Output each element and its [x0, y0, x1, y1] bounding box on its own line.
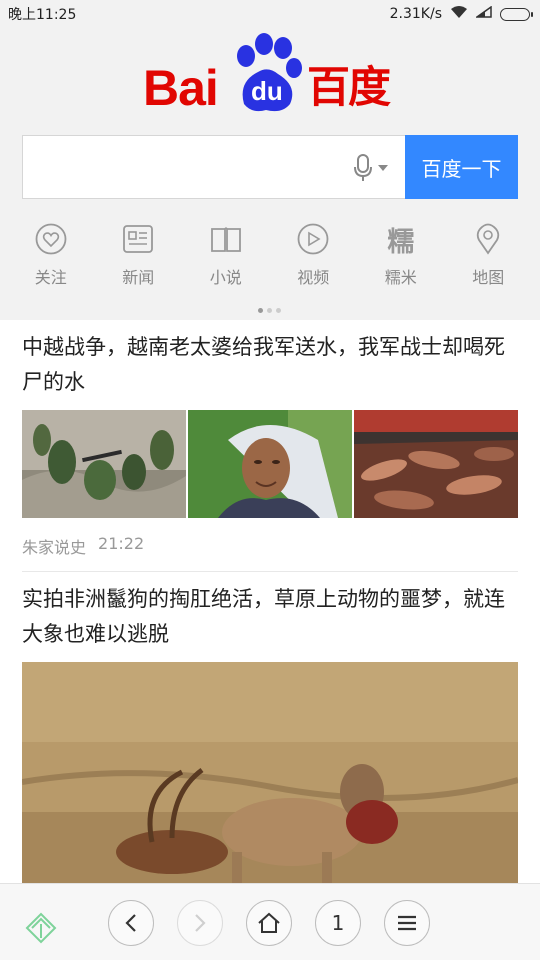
logo-latin: Bai: [143, 60, 219, 116]
search-input[interactable]: [22, 135, 406, 199]
news-card[interactable]: 中越战争，越南老太婆给我军送水，我军战士却喝死尸的水 朱家说史 21:22: [0, 320, 540, 558]
nuomi-glyph: 糯: [387, 226, 415, 258]
news-feed: 中越战争，越南老太婆给我军送水，我军战士却喝死尸的水 朱家说史 21:22 实拍…: [0, 320, 540, 883]
map-pin-icon: [471, 222, 505, 256]
quick-nav: 关注 新闻 小说 视频 糯 糯米 地图: [0, 222, 540, 288]
news-time: 21:22: [98, 534, 145, 553]
nav-item-follow[interactable]: 关注: [7, 222, 95, 288]
news-title[interactable]: 实拍非洲鬣狗的掏肛绝活，草原上动物的噩梦，就连大象也难以逃脱: [22, 572, 518, 652]
logo-leaf-icon[interactable]: [22, 906, 60, 948]
nav-label-nuomi: 糯米: [384, 268, 417, 287]
home-icon: [258, 912, 280, 933]
page-dot: [258, 308, 263, 313]
signal-icon: [474, 5, 492, 22]
bottom-toolbar: 1: [0, 883, 540, 960]
chevron-left-icon: [125, 914, 136, 932]
network-speed: 2.31K/s: [389, 6, 442, 22]
nav-item-video[interactable]: 视频: [270, 222, 358, 288]
forward-button[interactable]: [177, 900, 223, 946]
wifi-icon: [450, 5, 468, 23]
page-dot: [267, 308, 272, 313]
home-button[interactable]: [246, 900, 292, 946]
news-title[interactable]: 中越战争，越南老太婆给我军送水，我军战士却喝死尸的水: [22, 320, 518, 400]
nav-label-novel: 小说: [209, 268, 242, 287]
chevron-down-icon: [378, 165, 388, 171]
news-image-bodies[interactable]: [354, 410, 518, 518]
newspaper-icon: [121, 222, 155, 256]
book-icon: [209, 222, 243, 256]
microphone-icon: [354, 154, 372, 181]
news-source: 朱家说史: [22, 538, 87, 557]
news-image-hyena[interactable]: [22, 662, 518, 883]
search-button[interactable]: 百度一下: [405, 135, 518, 199]
news-images: [22, 410, 518, 518]
nav-item-map[interactable]: 地图: [445, 222, 533, 288]
menu-button[interactable]: [384, 900, 430, 946]
nav-item-novel[interactable]: 小说: [182, 222, 270, 288]
heart-icon: [34, 222, 68, 256]
voice-search-button[interactable]: [354, 154, 388, 182]
battery-icon: [500, 7, 533, 21]
back-button[interactable]: [108, 900, 154, 946]
tabs-button[interactable]: 1: [315, 900, 361, 946]
logo-badge: du: [251, 76, 283, 106]
status-indicators: 2.31K/s: [389, 5, 533, 23]
search-field[interactable]: [33, 148, 333, 186]
news-image-old-woman[interactable]: [188, 410, 352, 518]
news-card[interactable]: 实拍非洲鬣狗的掏肛绝活，草原上动物的噩梦，就连大象也难以逃脱: [0, 572, 540, 883]
nav-item-nuomi[interactable]: 糯 糯米: [357, 222, 445, 288]
news-image-soldiers[interactable]: [22, 410, 186, 518]
play-icon: [296, 222, 330, 256]
logo-chinese: 百度: [307, 63, 391, 113]
chevron-right-icon: [195, 914, 206, 932]
page-indicator: [258, 308, 281, 313]
hamburger-menu-icon: [398, 915, 416, 931]
status-bar: 晚上11:25 2.31K/s: [0, 0, 540, 28]
news-meta: 朱家说史 21:22: [22, 534, 518, 558]
nav-label-video: 视频: [297, 268, 330, 287]
baidu-logo: Bai du 百度: [140, 32, 400, 114]
nav-label-news: 新闻: [122, 268, 155, 287]
tab-count: 1: [331, 911, 345, 935]
nav-label-map: 地图: [472, 268, 505, 287]
page-dot: [276, 308, 281, 313]
nav-label-follow: 关注: [34, 268, 67, 287]
status-time: 晚上11:25: [8, 7, 77, 23]
nuomi-icon: 糯: [384, 222, 418, 258]
nav-item-news[interactable]: 新闻: [95, 222, 183, 288]
